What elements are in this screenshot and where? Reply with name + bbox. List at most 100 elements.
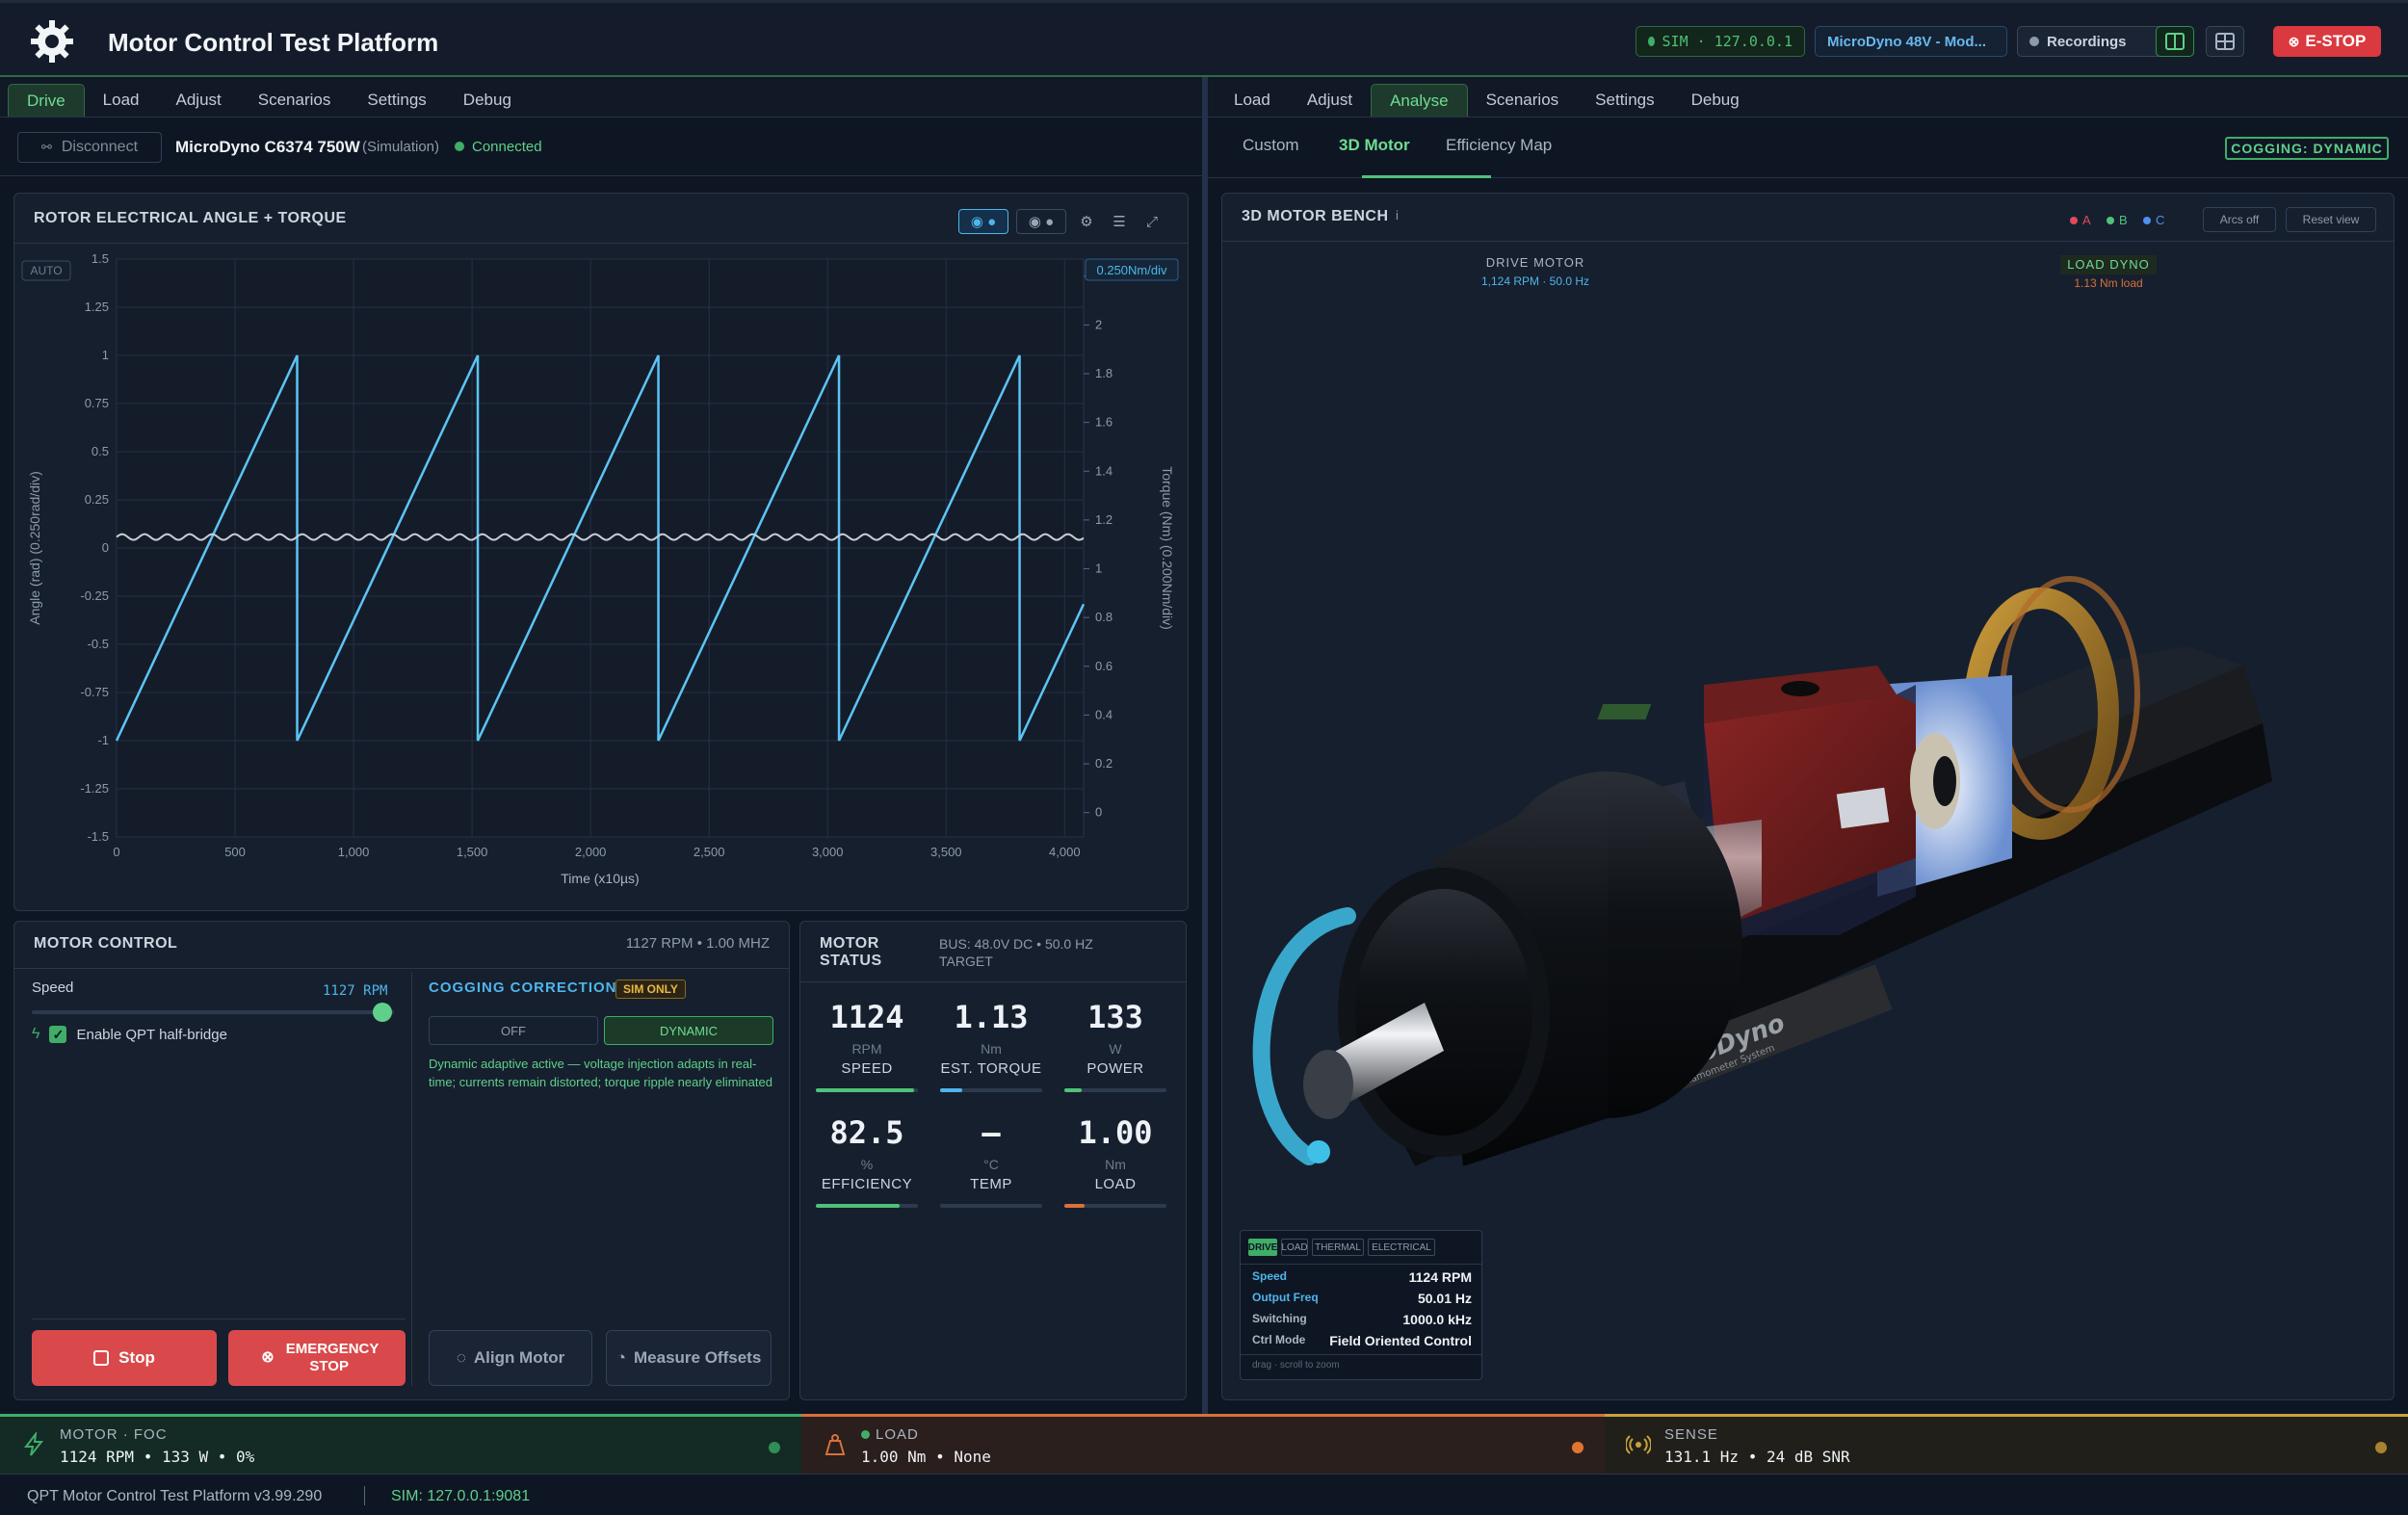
- pane-divider[interactable]: [1202, 77, 1208, 1416]
- mini-tab-electrical[interactable]: ELECTRICAL: [1368, 1239, 1435, 1256]
- series-torque-visibility-icon[interactable]: ◉ ●: [1016, 209, 1066, 234]
- measure-offsets-button[interactable]: ◔ Measure Offsets: [606, 1330, 772, 1386]
- right-scale-label: 0.250Nm/div: [1097, 263, 1167, 277]
- subtab-3d-motor[interactable]: 3D Motor: [1339, 136, 1410, 155]
- y-tick-label: 0: [102, 540, 109, 555]
- metric-bar-fill: [1064, 1204, 1086, 1208]
- chart-plot[interactable]: 0 500 1,000 1,500 2,000 2,500 3,000 3,500 4,000 1…: [14, 244, 1188, 910]
- tab-scenarios-right[interactable]: Scenarios: [1468, 84, 1578, 117]
- y-tick-label: 0.5: [92, 444, 109, 458]
- metric-unit: W: [1109, 1041, 1122, 1057]
- load-card-title: LOAD: [861, 1426, 919, 1443]
- tab-load[interactable]: Load: [85, 84, 158, 117]
- load-card-detail: 1.00 Nm • None: [861, 1448, 991, 1466]
- metric-bar-fill: [816, 1088, 914, 1092]
- y2-tick-label: 0.6: [1095, 659, 1112, 673]
- tab-debug[interactable]: Debug: [445, 84, 530, 117]
- tab-adjust-right[interactable]: Adjust: [1289, 84, 1371, 117]
- cogging-off-button[interactable]: OFF: [429, 1016, 598, 1045]
- metric-unit: Nm: [981, 1041, 1002, 1057]
- qpt-label: Enable QPT half-bridge: [76, 1026, 227, 1043]
- speed-value: 1127 RPM: [323, 983, 388, 999]
- y2-tick-label: 2: [1095, 317, 1102, 331]
- estop-button[interactable]: ⊗ E-STOP: [2273, 26, 2381, 57]
- metric-load: 1.00 Nm LOAD: [1062, 1114, 1168, 1208]
- sense-summary-card[interactable]: SENSE 131.1 Hz • 24 dB SNR: [1605, 1414, 2408, 1474]
- stop-label: Stop: [118, 1348, 155, 1367]
- y-tick-label: 1: [102, 348, 109, 362]
- tab-debug-right[interactable]: Debug: [1673, 84, 1758, 117]
- qpt-checkbox-row[interactable]: ϟ ✓ Enable QPT half-bridge: [32, 1026, 227, 1043]
- disconnect-button[interactable]: ⚯ Disconnect: [17, 132, 162, 163]
- subtab-custom[interactable]: Custom: [1243, 136, 1299, 155]
- gauge-icon: ◔: [615, 1348, 626, 1367]
- phase-b-label: B: [2119, 213, 2128, 227]
- speed-slider-thumb[interactable]: [373, 1003, 392, 1022]
- y-tick-label: 1.25: [85, 300, 109, 314]
- tab-analyse[interactable]: Analyse: [1371, 84, 1468, 117]
- device-mode: (Simulation): [362, 139, 440, 155]
- metric-value: 1.13: [954, 999, 1029, 1035]
- connection-status: Connected: [455, 139, 542, 155]
- sim-connection-pill[interactable]: SIM · 127.0.0.1: [1636, 26, 1805, 57]
- settings-gear-icon[interactable]: ⚙: [1074, 209, 1099, 234]
- device-selector[interactable]: MicroDyno 48V - Mod...: [1815, 26, 2007, 57]
- load-status-dot-icon: [861, 1430, 870, 1439]
- info-icon[interactable]: i: [1396, 208, 1399, 222]
- align-motor-button[interactable]: ◌ Align Motor: [429, 1330, 592, 1386]
- speed-label: Speed: [32, 980, 74, 996]
- signal-broadcast-icon: [1626, 1435, 1651, 1454]
- metric-bar: [940, 1088, 1042, 1092]
- cogging-status-badge: COGGING: DYNAMIC: [2225, 137, 2389, 160]
- mini-tab-drive[interactable]: DRIVE: [1248, 1239, 1277, 1256]
- filter-lines-icon[interactable]: ☰: [1107, 209, 1132, 234]
- reset-view-button[interactable]: Reset view: [2286, 207, 2376, 232]
- tab-drive[interactable]: Drive: [8, 84, 85, 117]
- motor-control-panel: MOTOR CONTROL 1127 RPM • 1.00 MHZ Speed …: [13, 921, 790, 1400]
- recordings-button[interactable]: Recordings: [2017, 26, 2163, 57]
- sim-pill-label: SIM · 127.0.0.1: [1662, 33, 1793, 50]
- y-tick-label: -0.75: [80, 685, 109, 699]
- card-divider: [1241, 1264, 1481, 1265]
- metric-label: SPEED: [841, 1060, 893, 1077]
- tab-settings-right[interactable]: Settings: [1577, 84, 1672, 117]
- motor-status-title: MOTOR STATUS: [820, 935, 882, 969]
- phase-a-label: A: [2082, 213, 2091, 227]
- y2-tick-label: 1: [1095, 562, 1102, 576]
- y-tick-label: -1.25: [80, 781, 109, 796]
- tab-settings[interactable]: Settings: [349, 84, 444, 117]
- connected-dot-icon: [455, 142, 464, 151]
- info-key: Output Freq: [1252, 1291, 1319, 1304]
- motor-card-detail: 1124 RPM • 133 W • 0%: [60, 1448, 255, 1466]
- stop-circle-icon: ⊗: [261, 1349, 275, 1366]
- speed-slider-track[interactable]: [32, 1010, 394, 1014]
- tab-adjust[interactable]: Adjust: [158, 84, 240, 117]
- lightning-icon: ϟ: [32, 1026, 40, 1042]
- arcs-toggle-button[interactable]: Arcs off: [2203, 207, 2276, 232]
- cogging-dynamic-button[interactable]: DYNAMIC: [604, 1016, 773, 1045]
- tab-scenarios[interactable]: Scenarios: [240, 84, 350, 117]
- emergency-stop-button[interactable]: ⊗ EMERGENCY STOP: [228, 1330, 406, 1386]
- panel-divider: [800, 981, 1186, 982]
- series-angle-visibility-icon[interactable]: ◉ ●: [958, 209, 1008, 234]
- motor-summary-card[interactable]: MOTOR · FOC 1124 RPM • 133 W • 0%: [0, 1414, 801, 1474]
- split-layout-icon[interactable]: [2156, 26, 2194, 57]
- x-tick-label: 4,000: [1049, 845, 1081, 859]
- motor-bench-3d-view[interactable]: MicroDyno 48V Dynamometer System: [1222, 242, 2394, 1301]
- expand-icon[interactable]: ⤢: [1139, 209, 1165, 234]
- qpt-checkbox[interactable]: ✓: [49, 1026, 67, 1043]
- x-tick-label: 500: [224, 845, 246, 859]
- y-tick-label: 0.25: [85, 492, 109, 507]
- mini-tab-load[interactable]: LOAD: [1281, 1239, 1308, 1256]
- phase-c-dot-icon: [2143, 216, 2151, 224]
- gear-logo-icon: [31, 20, 73, 63]
- card-divider: [1241, 1354, 1481, 1355]
- load-summary-card[interactable]: LOAD 1.00 Nm • None: [801, 1414, 1605, 1474]
- mini-tab-thermal[interactable]: THERMAL: [1312, 1239, 1364, 1256]
- tab-load-right[interactable]: Load: [1216, 84, 1289, 117]
- metric-unit: °C: [983, 1157, 999, 1172]
- subtab-efficiency-map[interactable]: Efficiency Map: [1446, 136, 1552, 155]
- grid-layout-icon[interactable]: [2206, 26, 2244, 57]
- chart-title: ROTOR ELECTRICAL ANGLE + TORQUE: [34, 210, 347, 226]
- stop-button[interactable]: Stop: [32, 1330, 217, 1386]
